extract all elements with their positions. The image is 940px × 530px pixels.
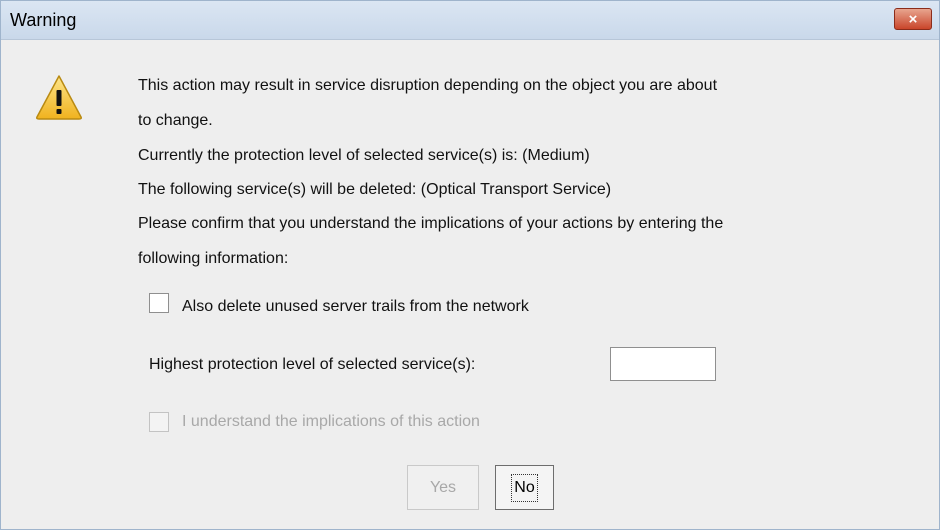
- message-line-4: The following service(s) will be deleted…: [138, 181, 612, 198]
- warning-dialog: Warning × This action may result in serv…: [0, 0, 940, 530]
- delete-trails-label[interactable]: Also delete unused server trails from th…: [182, 298, 529, 316]
- message-line-1: This action may result in service disrup…: [138, 77, 718, 94]
- yes-button: Yes: [407, 465, 479, 510]
- delete-trails-checkbox[interactable]: [149, 293, 169, 313]
- protection-level-input[interactable]: [610, 347, 716, 381]
- message-line-2: to change.: [138, 112, 213, 129]
- no-button[interactable]: No: [495, 465, 554, 510]
- window-title: Warning: [10, 10, 77, 30]
- understand-label: I understand the implications of this ac…: [182, 413, 480, 430]
- close-button[interactable]: ×: [894, 8, 932, 30]
- warning-icon: [36, 75, 82, 120]
- no-button-label: No: [511, 473, 538, 502]
- message-line-6: following information:: [138, 250, 289, 267]
- close-icon: ×: [908, 10, 918, 28]
- yes-button-label: Yes: [429, 478, 457, 496]
- message-line-3: Currently the protection level of select…: [138, 147, 590, 164]
- title-bar[interactable]: Warning ×: [1, 1, 939, 40]
- protection-level-label: Highest protection level of selected ser…: [149, 356, 476, 373]
- understand-checkbox: [149, 412, 169, 432]
- message-line-5: Please confirm that you understand the i…: [138, 215, 724, 232]
